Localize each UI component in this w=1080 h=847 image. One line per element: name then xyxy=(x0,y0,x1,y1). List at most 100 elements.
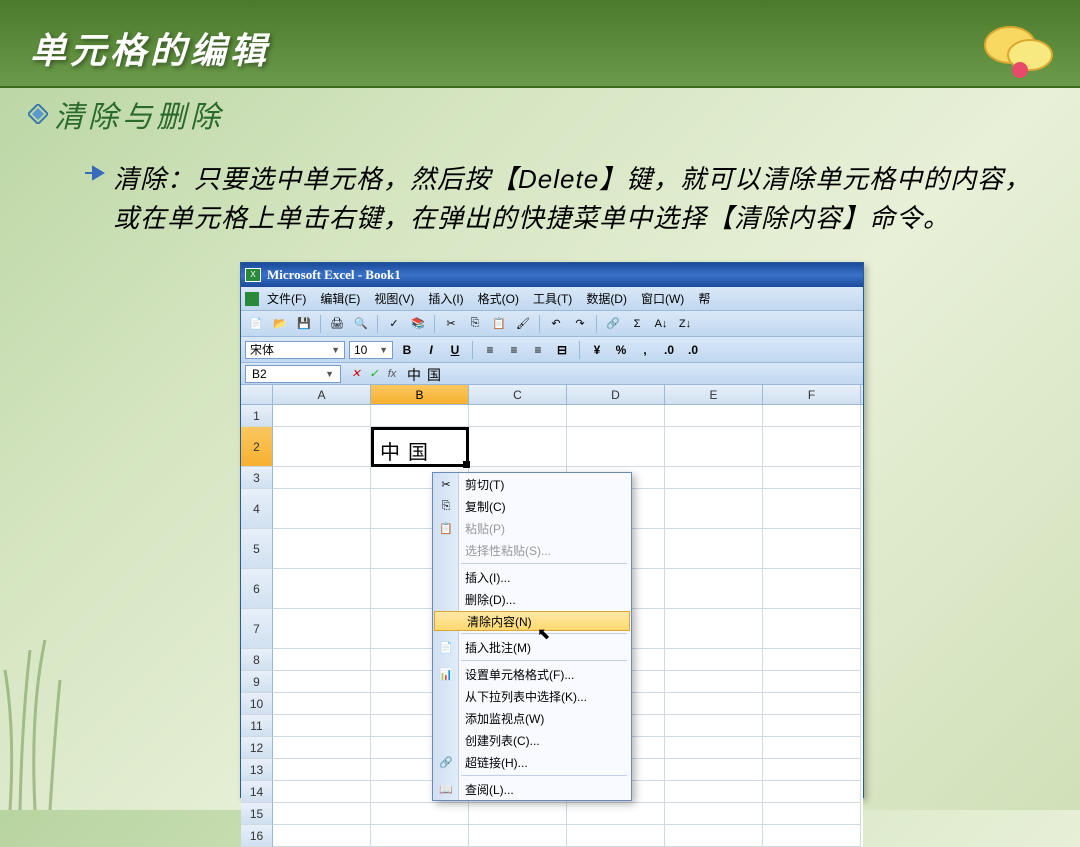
cut-button[interactable]: ✂ xyxy=(440,314,462,334)
cell[interactable] xyxy=(273,467,371,489)
menu-data[interactable]: 数据(D) xyxy=(586,290,627,307)
cell[interactable] xyxy=(371,803,469,825)
selected-cell-b2[interactable]: 中国 xyxy=(371,427,469,467)
comma-button[interactable]: , xyxy=(635,341,655,359)
row-header-2[interactable]: 2 xyxy=(241,427,273,467)
sort-asc-button[interactable]: A↓ xyxy=(650,314,672,334)
cell[interactable] xyxy=(273,427,371,467)
context-menu-item[interactable]: 创建列表(C)... xyxy=(433,729,631,751)
context-menu-item[interactable]: 添加监视点(W) xyxy=(433,707,631,729)
row-header-13[interactable]: 13 xyxy=(241,759,273,781)
context-menu-item[interactable]: 清除内容(N) xyxy=(434,611,630,631)
cell[interactable] xyxy=(763,781,861,803)
col-header-c[interactable]: C xyxy=(469,385,567,404)
excel-titlebar[interactable]: X Microsoft Excel - Book1 xyxy=(241,263,863,287)
cell[interactable] xyxy=(763,467,861,489)
context-menu-item[interactable]: ✂剪切(T) xyxy=(433,473,631,495)
cell[interactable] xyxy=(665,737,763,759)
fx-icon[interactable]: fx xyxy=(383,366,401,382)
cell[interactable] xyxy=(665,715,763,737)
cell[interactable] xyxy=(665,427,763,467)
italic-button[interactable]: I xyxy=(421,341,441,359)
align-right-button[interactable]: ≡ xyxy=(528,341,548,359)
row-header-7[interactable]: 7 xyxy=(241,609,273,649)
cell[interactable] xyxy=(665,759,763,781)
row-header-14[interactable]: 14 xyxy=(241,781,273,803)
cell[interactable] xyxy=(763,427,861,467)
cell[interactable] xyxy=(763,715,861,737)
cell[interactable] xyxy=(665,781,763,803)
cell[interactable] xyxy=(273,715,371,737)
cell[interactable] xyxy=(763,693,861,715)
context-menu-item[interactable]: 删除(D)... xyxy=(433,588,631,610)
row-header-11[interactable]: 11 xyxy=(241,715,273,737)
redo-button[interactable]: ↷ xyxy=(569,314,591,334)
col-header-b[interactable]: B xyxy=(371,385,469,404)
cell[interactable] xyxy=(273,649,371,671)
open-button[interactable]: 📂 xyxy=(269,314,291,334)
format-painter-button[interactable]: 🖌 xyxy=(512,314,534,334)
col-header-f[interactable]: F xyxy=(763,385,861,404)
cell[interactable] xyxy=(469,825,567,847)
cell[interactable] xyxy=(763,609,861,649)
name-box[interactable]: B2▼ xyxy=(245,365,341,383)
cell[interactable] xyxy=(273,569,371,609)
cell[interactable] xyxy=(763,759,861,781)
size-selector[interactable]: 10▼ xyxy=(349,341,393,359)
context-menu-item[interactable]: 从下拉列表中选择(K)... xyxy=(433,685,631,707)
cell[interactable] xyxy=(665,671,763,693)
spell-button[interactable]: ✓ xyxy=(383,314,405,334)
menu-format[interactable]: 格式(O) xyxy=(478,290,519,307)
cell[interactable] xyxy=(763,489,861,529)
cell[interactable] xyxy=(273,405,371,427)
cell[interactable] xyxy=(665,405,763,427)
cell[interactable] xyxy=(763,649,861,671)
row-header-12[interactable]: 12 xyxy=(241,737,273,759)
col-header-e[interactable]: E xyxy=(665,385,763,404)
cell[interactable] xyxy=(665,569,763,609)
fill-handle[interactable] xyxy=(463,461,470,468)
cell[interactable] xyxy=(469,405,567,427)
row-header-9[interactable]: 9 xyxy=(241,671,273,693)
menu-insert[interactable]: 插入(I) xyxy=(428,290,463,307)
menu-edit[interactable]: 编辑(E) xyxy=(320,290,360,307)
cell[interactable] xyxy=(665,467,763,489)
cell[interactable] xyxy=(273,529,371,569)
col-header-d[interactable]: D xyxy=(567,385,665,404)
context-menu-item[interactable]: 插入(I)... xyxy=(433,566,631,588)
row-header-16[interactable]: 16 xyxy=(241,825,273,847)
bold-button[interactable]: B xyxy=(397,341,417,359)
autosum-button[interactable]: Σ xyxy=(626,314,648,334)
cell[interactable] xyxy=(273,737,371,759)
font-selector[interactable]: 宋体▼ xyxy=(245,341,345,359)
row-header-15[interactable]: 15 xyxy=(241,803,273,825)
cell[interactable] xyxy=(273,825,371,847)
cell[interactable] xyxy=(567,825,665,847)
row-header-8[interactable]: 8 xyxy=(241,649,273,671)
cancel-icon[interactable]: ✕ xyxy=(347,366,365,382)
cell[interactable] xyxy=(763,737,861,759)
enter-icon[interactable]: ✓ xyxy=(365,366,383,382)
row-header-6[interactable]: 6 xyxy=(241,569,273,609)
link-button[interactable]: 🔗 xyxy=(602,314,624,334)
cell[interactable] xyxy=(567,803,665,825)
cell[interactable] xyxy=(763,803,861,825)
cell[interactable] xyxy=(665,609,763,649)
cell[interactable] xyxy=(665,529,763,569)
copy-button[interactable]: ⎘ xyxy=(464,314,486,334)
row-header-10[interactable]: 10 xyxy=(241,693,273,715)
cell[interactable] xyxy=(763,529,861,569)
cell[interactable] xyxy=(763,569,861,609)
cell[interactable] xyxy=(371,825,469,847)
cell[interactable] xyxy=(665,489,763,529)
decimal-dec-button[interactable]: .0 xyxy=(683,341,703,359)
cell[interactable] xyxy=(273,693,371,715)
col-header-a[interactable]: A xyxy=(273,385,371,404)
cell[interactable] xyxy=(665,825,763,847)
cell[interactable] xyxy=(273,803,371,825)
merge-button[interactable]: ⊟ xyxy=(552,341,572,359)
context-menu-item[interactable]: 📄插入批注(M) xyxy=(433,636,631,658)
align-left-button[interactable]: ≡ xyxy=(480,341,500,359)
research-button[interactable]: 📚 xyxy=(407,314,429,334)
cell[interactable] xyxy=(469,803,567,825)
